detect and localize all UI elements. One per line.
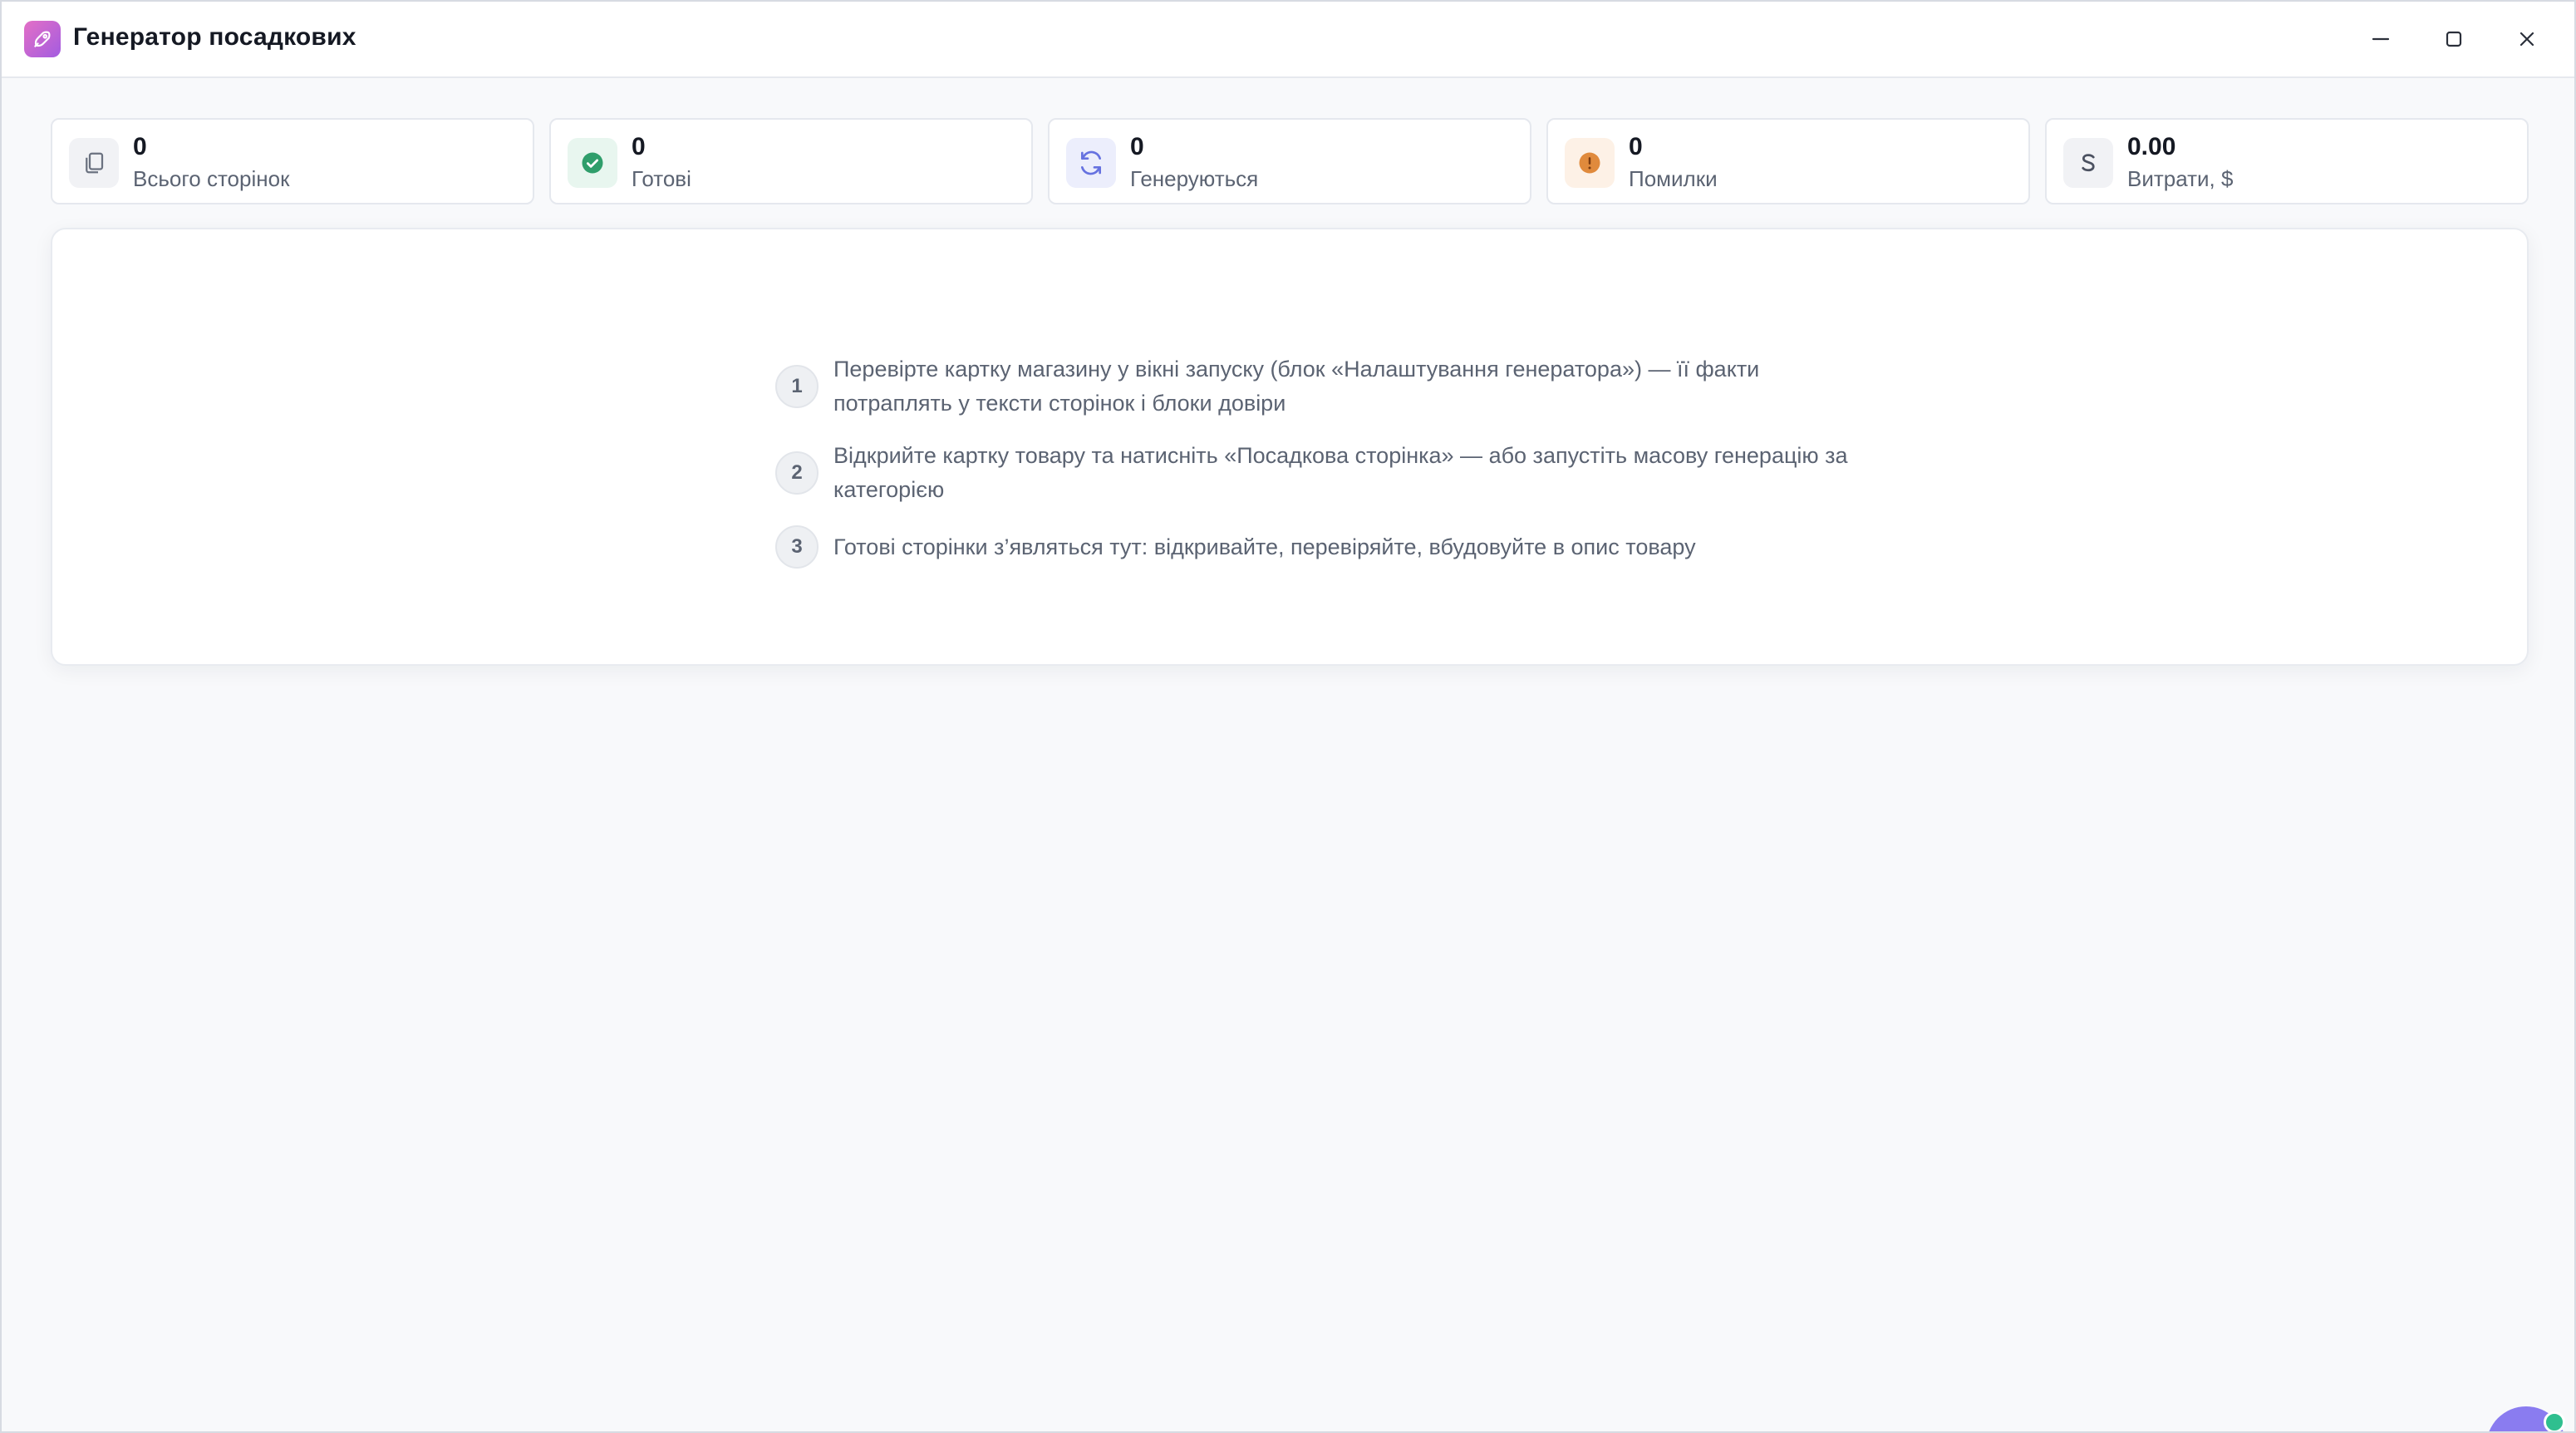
stat-card-total: 0 Всього сторінок [51,118,534,204]
dollar-icon [2063,138,2113,188]
step-number: 3 [775,525,819,569]
close-button[interactable] [2508,20,2546,58]
app-window: Генератор посадкових 0 Всього сторінок 0… [0,0,2576,1433]
stat-label: Готові [632,166,691,191]
step-number: 1 [775,365,819,408]
stat-card-generating: 0 Генеруються [1048,118,1531,204]
onboarding-steps: 1 Перевірте картку магазину у вікні запу… [775,352,1872,587]
refresh-icon [1066,138,1116,188]
step-text: Відкрийте картку товару та натисніть «По… [833,443,1848,502]
copy-icon [69,138,119,188]
window-title: Генератор посадкових [73,23,356,51]
stat-value: 0.00 [2127,133,2176,160]
minimize-icon [2372,37,2390,41]
onboarding-step: 2 Відкрийте картку товару та натисніть «… [775,439,1872,507]
stat-card-cost: 0.00 Витрати, $ [2045,118,2529,204]
stat-card-errors: 0 Помилки [1546,118,2030,204]
stat-label: Всього сторінок [133,166,290,191]
minimize-button[interactable] [2362,20,2400,58]
alert-circle-icon [1565,138,1615,188]
step-number: 2 [775,451,819,495]
step-text: Готові сторінки з’являться тут: відкрива… [833,534,1696,559]
stat-value: 0 [632,133,646,160]
online-status-dot [2544,1411,2565,1431]
maximize-button[interactable] [2435,20,2473,58]
onboarding-step: 3 Готові сторінки з’являться тут: відкри… [775,525,1872,569]
step-text: Перевірте картку магазину у вікні запуск… [833,357,1760,416]
rocket-icon [24,21,61,57]
title-bar: Генератор посадкових [2,2,2574,78]
onboarding-step: 1 Перевірте картку магазину у вікні запу… [775,352,1872,421]
close-icon [2519,32,2534,47]
stat-label: Помилки [1629,166,1718,191]
stats-row: 0 Всього сторінок 0 Готові 0 Генеруються… [51,118,2529,208]
check-circle-icon [568,138,617,188]
maximize-icon [2446,31,2462,47]
stat-value: 0 [1130,133,1144,160]
stat-label: Генеруються [1130,166,1259,191]
stat-value: 0 [1629,133,1643,160]
empty-state-panel: 1 Перевірте картку магазину у вікні запу… [51,228,2529,666]
stat-label: Витрати, $ [2127,166,2234,191]
stat-card-ready: 0 Готові [549,118,1033,204]
stat-value: 0 [133,133,147,160]
